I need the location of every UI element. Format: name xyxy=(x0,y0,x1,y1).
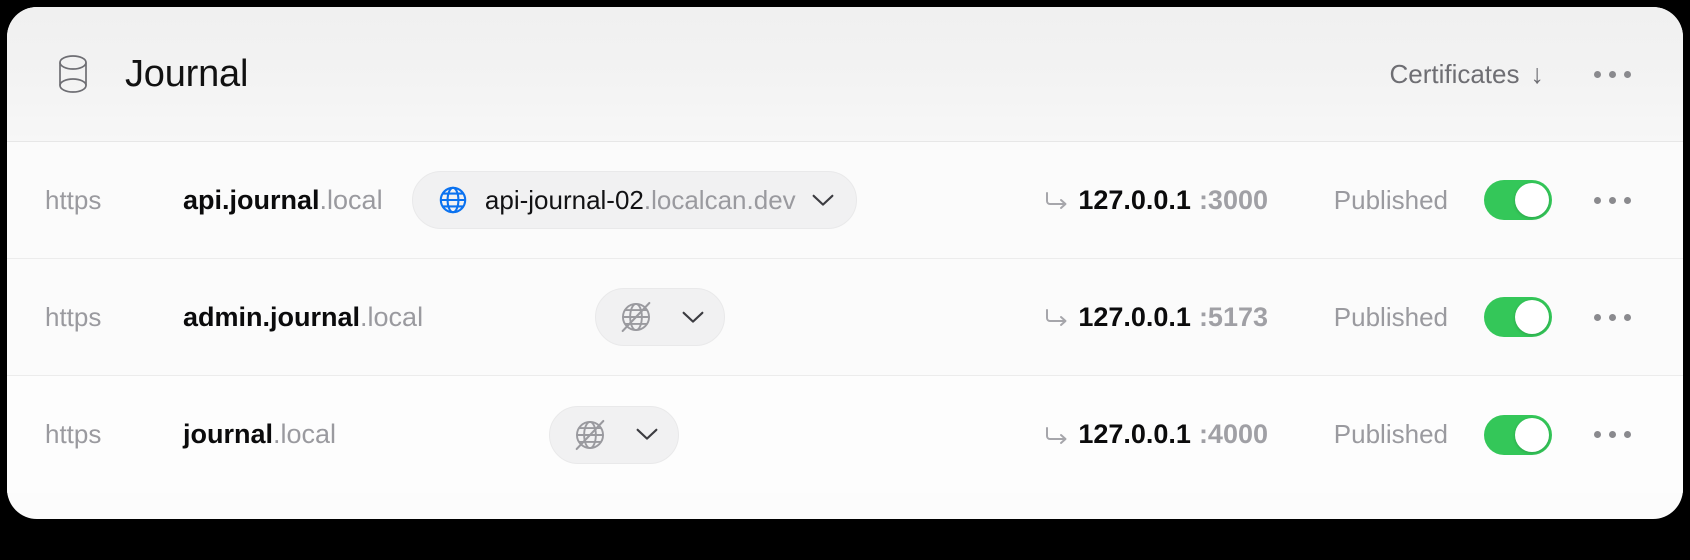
row-domain-cell: api-journal-02.localcan.dev xyxy=(383,171,1006,229)
row-target-address: 127.0.0.1 xyxy=(1078,301,1191,332)
database-icon xyxy=(59,55,87,93)
ellipsis-icon-dot xyxy=(1624,70,1631,78)
table-row[interactable]: https journal.local 127.0.0.1:4000 Publ… xyxy=(7,376,1683,493)
globe-off-icon xyxy=(575,419,605,450)
row-overflow-menu-button[interactable] xyxy=(1594,313,1631,321)
publish-toggle[interactable] xyxy=(1484,180,1552,220)
status-badge: Published xyxy=(1333,419,1448,449)
redirect-arrow-icon xyxy=(1046,309,1067,326)
domain-select[interactable]: api-journal-02.localcan.dev xyxy=(411,171,857,229)
tunnel-list: https api.journal.local api-journal-02.l… xyxy=(7,142,1683,493)
ellipsis-icon-dot xyxy=(1594,313,1601,321)
redirect-arrow-icon xyxy=(1046,426,1067,444)
row-target-port: :5173 xyxy=(1198,301,1268,332)
row-overflow-menu-button[interactable] xyxy=(1594,431,1631,438)
card-header: Journal Certificates ↓ xyxy=(7,7,1683,142)
chevron-down-icon xyxy=(636,428,658,440)
status-badge: Published xyxy=(1333,184,1448,215)
publish-toggle[interactable] xyxy=(1484,414,1552,455)
row-hostname: journal.local xyxy=(183,419,336,450)
ellipsis-icon-dot xyxy=(1609,196,1616,204)
row-hostname-tld: .local xyxy=(360,301,424,332)
ellipsis-icon-dot xyxy=(1624,196,1631,204)
row-target-port: :3000 xyxy=(1198,184,1268,215)
chevron-down-icon xyxy=(812,194,834,206)
toggle-knob xyxy=(1515,417,1549,452)
row-target: 127.0.0.1:3000 xyxy=(1006,185,1268,216)
ellipsis-icon-dot xyxy=(1609,313,1616,321)
redirect-arrow-icon xyxy=(1046,192,1067,209)
toggle-knob xyxy=(1515,300,1549,334)
row-scheme: https xyxy=(45,301,102,332)
domain-select-text: api-journal-02.localcan.dev xyxy=(485,185,796,216)
certificates-button[interactable]: Certificates ↓ xyxy=(1389,59,1544,90)
row-overflow-menu-button[interactable] xyxy=(1594,196,1631,204)
page-title: Journal xyxy=(125,52,249,95)
screen: Journal Certificates ↓ https api.journal… xyxy=(0,0,1690,560)
row-hostname: admin.journal.local xyxy=(183,302,423,333)
row-target: 127.0.0.1:5173 xyxy=(1006,302,1268,333)
ellipsis-icon-dot xyxy=(1609,70,1616,78)
download-arrow-icon: ↓ xyxy=(1530,58,1545,89)
row-target: 127.0.0.1:4000 xyxy=(1006,419,1268,450)
ellipsis-icon-dot xyxy=(1624,313,1631,321)
globe-icon xyxy=(439,186,467,214)
row-hostname-main: journal xyxy=(183,419,274,449)
ellipsis-icon-dot xyxy=(1594,70,1601,78)
domain-name-main: api-journal-02 xyxy=(484,184,644,215)
row-hostname-tld: .local xyxy=(273,419,337,449)
globe-off-icon xyxy=(621,301,650,333)
table-row[interactable]: https admin.journal.local 127.0.0.1:517… xyxy=(7,259,1683,376)
domain-select[interactable] xyxy=(594,288,725,346)
ellipsis-icon-dot xyxy=(1594,196,1601,204)
ellipsis-icon-dot xyxy=(1609,431,1616,438)
row-hostname-main: admin.journal xyxy=(183,301,361,332)
row-domain-cell xyxy=(423,288,1006,346)
publish-toggle[interactable] xyxy=(1484,297,1552,337)
ellipsis-icon-dot xyxy=(1624,431,1631,438)
certificates-label: Certificates xyxy=(1389,58,1520,89)
row-hostname: api.journal.local xyxy=(183,185,383,216)
row-hostname-main: api.journal xyxy=(183,184,320,215)
row-target-address: 127.0.0.1 xyxy=(1078,419,1191,449)
row-target-port: :4000 xyxy=(1198,419,1268,449)
ellipsis-icon-dot xyxy=(1594,431,1601,438)
row-target-address: 127.0.0.1 xyxy=(1078,184,1191,215)
row-scheme: https xyxy=(45,419,102,449)
table-row[interactable]: https api.journal.local api-journal-02.l… xyxy=(7,142,1683,259)
header-overflow-menu-button[interactable] xyxy=(1594,70,1631,78)
toggle-knob xyxy=(1515,183,1549,217)
domain-name-tld: .localcan.dev xyxy=(643,184,796,215)
chevron-down-icon xyxy=(682,311,703,323)
row-hostname-tld: .local xyxy=(319,184,383,215)
status-badge: Published xyxy=(1333,301,1448,332)
tunnels-card: Journal Certificates ↓ https api.journal… xyxy=(7,7,1683,519)
row-scheme: https xyxy=(45,184,102,215)
row-domain-cell xyxy=(336,405,1006,464)
domain-select[interactable] xyxy=(549,405,680,464)
